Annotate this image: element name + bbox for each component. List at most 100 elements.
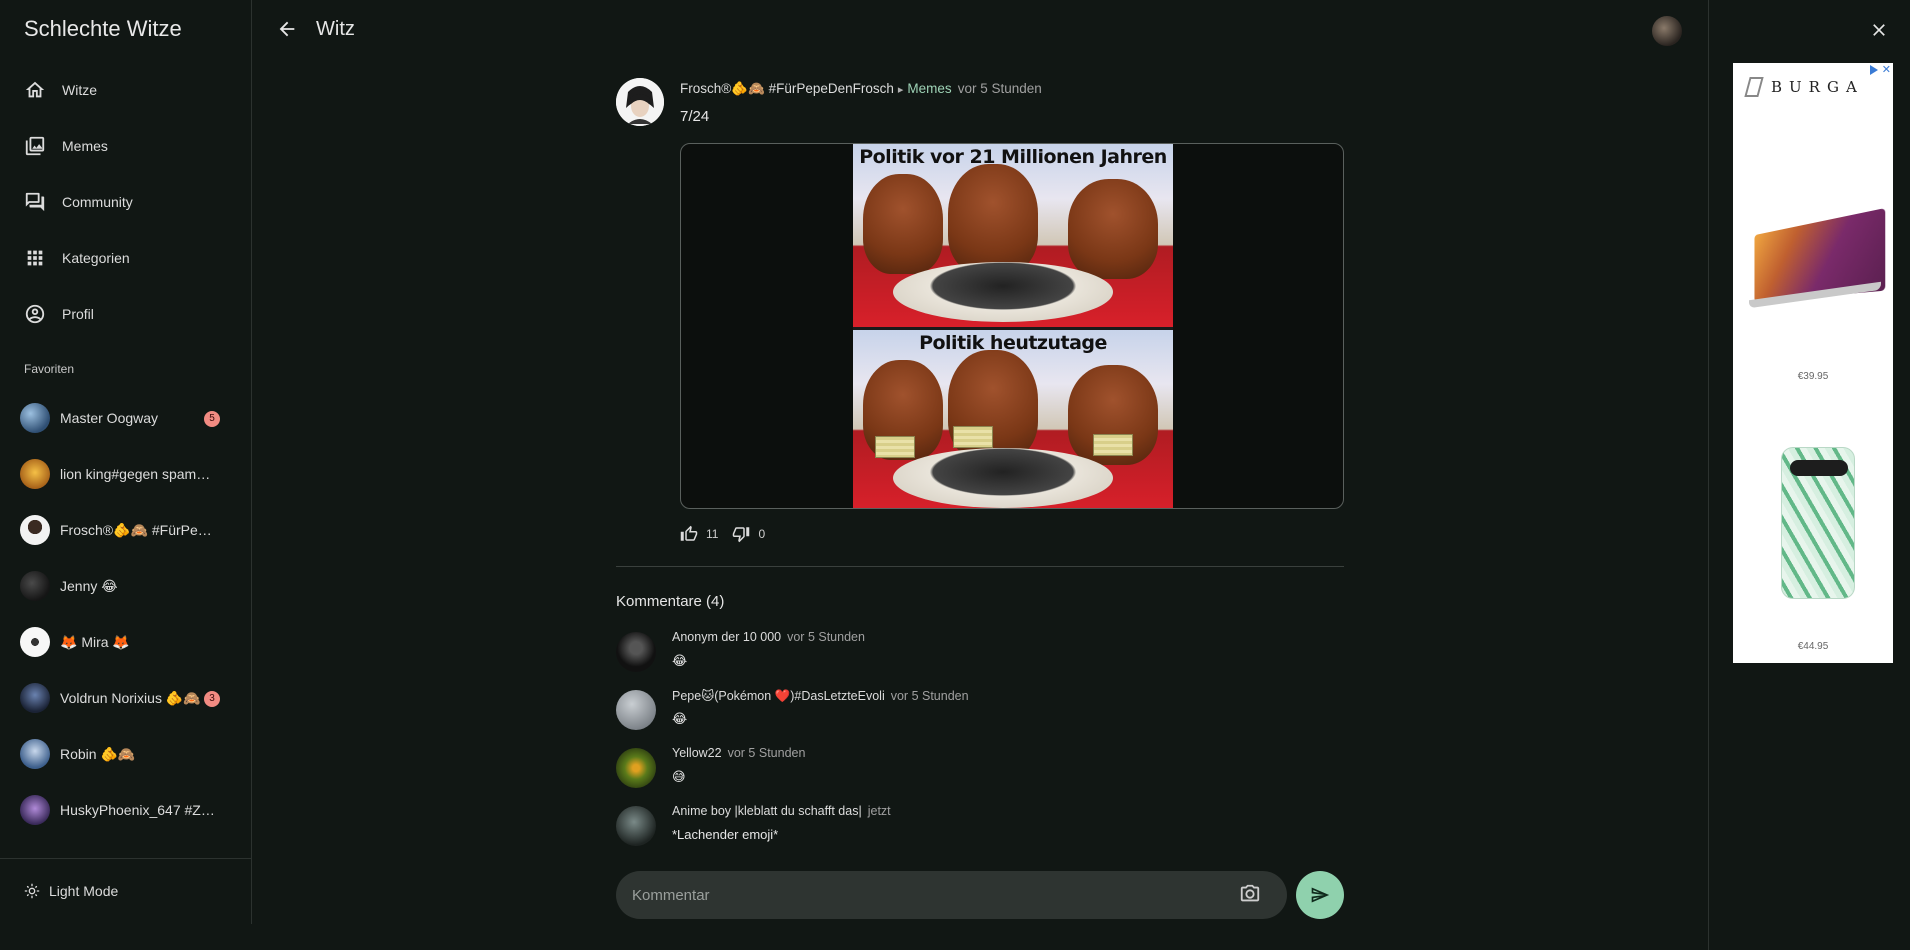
ad-price: €39.95 bbox=[1797, 371, 1829, 382]
comment-avatar[interactable] bbox=[616, 632, 656, 672]
attach-image-button[interactable] bbox=[1239, 883, 1263, 907]
close-panel-button[interactable] bbox=[1869, 20, 1891, 42]
meme-panel-top: Politik vor 21 Millionen Jahren bbox=[853, 144, 1173, 327]
favorites-header: Favoriten bbox=[24, 362, 75, 376]
main-content: Witz Frosch®🫵🙈 #FürPepeDenFrosch ▸ Memes vo… bbox=[252, 0, 1708, 950]
favorite-item[interactable]: 🦊 Mira 🦊 bbox=[0, 614, 252, 670]
sidebar: Schlechte Witze Witze Memes Community Ka… bbox=[0, 0, 252, 924]
nav-label: Memes bbox=[62, 138, 108, 154]
ad-choices-icon[interactable] bbox=[1869, 65, 1879, 75]
favorite-name: 🦊 Mira 🦊 bbox=[60, 633, 130, 650]
comment-header: Anonym der 10 000 vor 5 Stunden bbox=[672, 630, 865, 644]
comment-time: jetzt bbox=[867, 804, 891, 818]
nav-item-community[interactable]: Community bbox=[0, 174, 252, 230]
comment-time: vor 5 Stunden bbox=[890, 689, 969, 703]
favorite-name: Voldrun Norixius 🫵🙈 bbox=[60, 689, 201, 706]
ad-close-button[interactable]: ✕ bbox=[1882, 63, 1891, 76]
post-text: 7/24 bbox=[680, 108, 710, 125]
comment-avatar[interactable] bbox=[616, 806, 656, 846]
post-media[interactable]: Politik vor 21 Millionen Jahren Politik … bbox=[680, 143, 1344, 509]
avatar-portrait-icon bbox=[616, 78, 664, 126]
main-nav: Witze Memes Community Kategorien Profil bbox=[0, 62, 252, 342]
favorite-item[interactable]: lion king#gegen spam… bbox=[0, 446, 252, 502]
post-category-link[interactable]: Memes bbox=[907, 81, 951, 96]
page-title: Witz bbox=[316, 18, 355, 40]
favorite-item[interactable]: Jenny 😂 bbox=[0, 558, 252, 614]
ad-brand-name: BURGA bbox=[1771, 78, 1864, 96]
comment-composer bbox=[616, 871, 1344, 919]
post-author[interactable]: Frosch®🫵🙈 #FürPepeDenFrosch bbox=[680, 81, 894, 96]
meme-caption-bottom: Politik heutzutage bbox=[919, 332, 1107, 354]
favorite-item[interactable]: Frosch®🫵🙈 #FürPep… bbox=[0, 502, 252, 558]
comment-header: Yellow22 vor 5 Stunden bbox=[672, 746, 805, 760]
comment-avatar[interactable] bbox=[616, 748, 656, 788]
home-icon bbox=[25, 81, 45, 98]
advertisement[interactable]: ✕ BURGA €39.95 €44.95 bbox=[1733, 63, 1893, 663]
favorite-name: Robin 🫵🙈 bbox=[60, 745, 136, 762]
comment-author[interactable]: Pepe🐱(Pokémon ❤️)#DasLetzteEvoli bbox=[672, 689, 885, 703]
reactions: 11 0 bbox=[680, 525, 779, 543]
thumb-down-icon bbox=[733, 527, 750, 543]
comment: Yellow22 vor 5 Stunden 😅 bbox=[616, 746, 1344, 798]
nav-item-witze[interactable]: Witze bbox=[0, 62, 252, 118]
send-button[interactable] bbox=[1296, 871, 1344, 919]
comment-text: 😂 bbox=[672, 711, 688, 726]
orangutan bbox=[863, 174, 943, 274]
back-button[interactable] bbox=[276, 18, 302, 44]
favorite-item[interactable]: Master Oogway 5 bbox=[0, 390, 252, 446]
favorite-name: Master Oogway bbox=[60, 410, 159, 426]
comment-author[interactable]: Anime boy |kleblatt du schafft das| bbox=[672, 804, 862, 818]
favorite-name: HuskyPhoenix_647 #Z… bbox=[60, 802, 215, 818]
favorites-list: Master Oogway 5 lion king#gegen spam… Fr… bbox=[0, 390, 252, 858]
comment-avatar[interactable] bbox=[616, 690, 656, 730]
nav-label: Profil bbox=[62, 306, 94, 322]
brand-mark-icon bbox=[1744, 77, 1764, 97]
light-mode-label: Light Mode bbox=[49, 883, 119, 899]
notification-badge: 3 bbox=[204, 691, 220, 707]
comment-header: Anime boy |kleblatt du schafft das| jetzt bbox=[672, 804, 891, 818]
money-stack bbox=[953, 426, 993, 448]
favorite-item[interactable]: HuskyPhoenix_647 #Z… bbox=[0, 782, 252, 838]
comments-title: Kommentare (4) bbox=[616, 593, 725, 610]
nav-label: Witze bbox=[62, 82, 97, 98]
nav-item-kategorien[interactable]: Kategorien bbox=[0, 230, 252, 286]
favorite-item[interactable]: Voldrun Norixius 🫵🙈 3 bbox=[0, 670, 252, 726]
comment-text: *Lachender emoji* bbox=[672, 827, 779, 842]
nav-item-memes[interactable]: Memes bbox=[0, 118, 252, 174]
like-button[interactable]: 11 bbox=[680, 525, 718, 543]
account-circle-icon bbox=[25, 304, 45, 324]
send-icon bbox=[1311, 887, 1330, 903]
desk bbox=[893, 448, 1113, 508]
avatar bbox=[20, 627, 50, 657]
divider bbox=[616, 566, 1344, 567]
comment-input[interactable] bbox=[616, 871, 1287, 919]
avatar bbox=[20, 403, 50, 433]
avatar bbox=[20, 683, 50, 713]
money-stack bbox=[1093, 434, 1133, 456]
app-title[interactable]: Schlechte Witze bbox=[24, 16, 182, 42]
close-icon bbox=[1873, 24, 1885, 36]
nav-item-profil[interactable]: Profil bbox=[0, 286, 252, 342]
nav-label: Community bbox=[62, 194, 133, 210]
favorite-name: Jenny 😂 bbox=[60, 577, 118, 594]
camera-icon bbox=[1240, 884, 1260, 902]
favorite-item[interactable]: Robin 🫵🙈 bbox=[0, 726, 252, 782]
like-count: 11 bbox=[706, 527, 719, 541]
user-avatar[interactable] bbox=[1652, 16, 1682, 46]
meme-caption-top: Politik vor 21 Millionen Jahren bbox=[859, 146, 1167, 168]
phone-camera-bar bbox=[1790, 460, 1848, 476]
favorite-name: Frosch®🫵🙈 #FürPep… bbox=[60, 521, 215, 538]
comment-header: Pepe🐱(Pokémon ❤️)#DasLetzteEvoli vor 5 St… bbox=[672, 688, 969, 704]
dislike-count: 0 bbox=[758, 527, 766, 541]
light-mode-toggle[interactable]: Light Mode bbox=[24, 883, 118, 899]
comment-time: vor 5 Stunden bbox=[727, 746, 806, 760]
app-root: Schlechte Witze Witze Memes Community Ka… bbox=[0, 0, 1910, 950]
comment-author[interactable]: Anonym der 10 000 bbox=[672, 630, 781, 644]
ad-price: €44.95 bbox=[1797, 641, 1829, 652]
post-author-avatar[interactable] bbox=[616, 78, 664, 126]
avatar bbox=[20, 515, 50, 545]
ad-brand-logo: BURGA bbox=[1744, 77, 1864, 97]
dislike-button[interactable]: 0 bbox=[732, 525, 765, 543]
comment-author[interactable]: Yellow22 bbox=[672, 746, 722, 760]
meme-image: Politik vor 21 Millionen Jahren Politik … bbox=[853, 144, 1173, 508]
